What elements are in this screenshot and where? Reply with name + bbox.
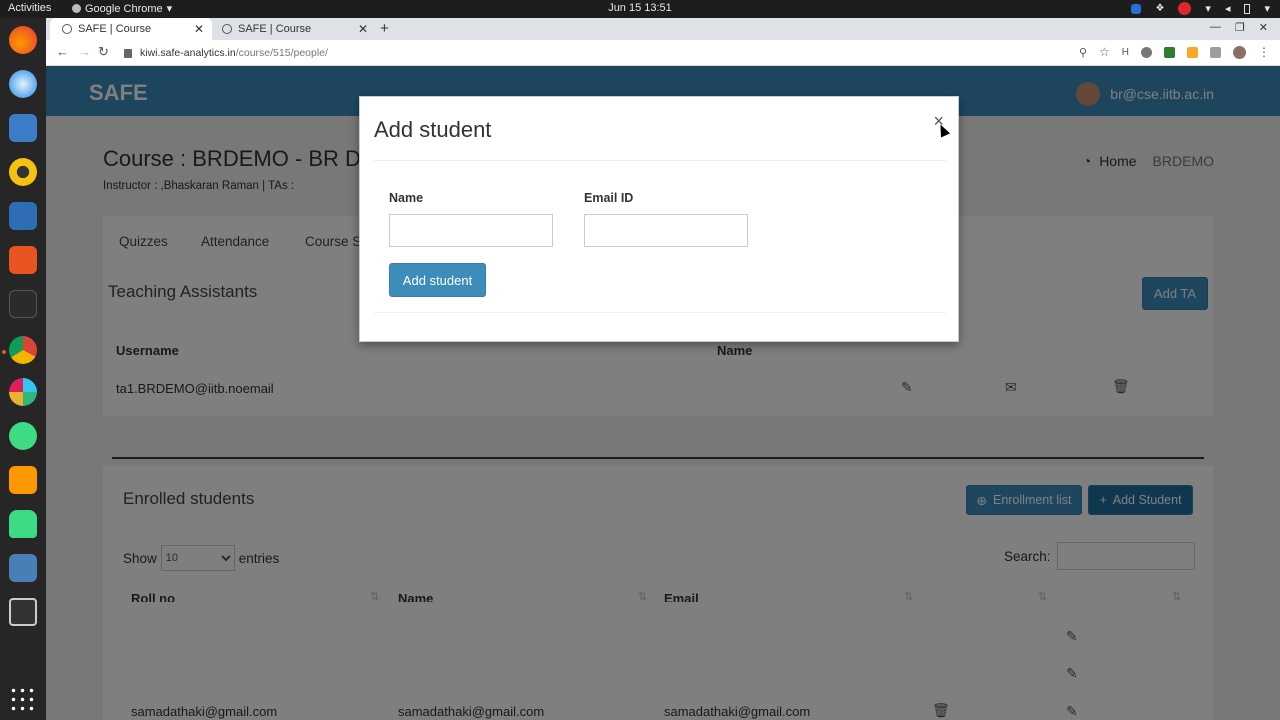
forward-icon[interactable]: → <box>78 44 91 59</box>
thunderbird-icon[interactable] <box>9 70 37 98</box>
system-top-bar: Activities Google Chrome ▾ Jun 15 13:51 … <box>0 0 1280 18</box>
volume-icon: ◂ <box>1224 3 1231 15</box>
new-tab-button[interactable]: + <box>380 20 389 37</box>
globe-icon <box>222 24 232 34</box>
add-student-submit-button[interactable]: Add student <box>389 263 486 297</box>
globe-icon <box>62 24 72 34</box>
activities-button[interactable]: Activities <box>8 2 51 14</box>
url-host: kiwi.safe-analytics.in <box>140 47 236 59</box>
address-bar[interactable]: kiwi.safe-analytics.in /course/515/peopl… <box>124 43 1084 63</box>
settings-icon[interactable] <box>9 554 37 582</box>
modal-footer-divider <box>374 312 946 313</box>
app-menu[interactable]: Google Chrome ▾ <box>72 2 172 15</box>
browser-tab-strip: SAFE | Course ✕ SAFE | Course ✕ + — ❐ ✕ <box>46 18 1280 40</box>
tab-title: SAFE | Course <box>238 23 312 35</box>
dropbox-icon: ❖ <box>1155 3 1165 14</box>
system-tray[interactable]: ❖ ▾ ◂ ▾ <box>1131 2 1270 15</box>
bookmark-star-icon[interactable]: ☆ <box>1099 45 1110 59</box>
firefox-icon[interactable] <box>9 26 37 54</box>
lock-icon <box>124 48 132 58</box>
profile-avatar-icon[interactable] <box>1233 45 1246 59</box>
software-icon[interactable] <box>9 246 37 274</box>
extensions-area: ⚲ ☆ H ⋮ <box>1079 45 1270 59</box>
name-field[interactable] <box>389 214 553 247</box>
add-student-modal: Add student × Name Email ID Add student <box>359 96 959 342</box>
browser-tab[interactable]: SAFE | Course ✕ <box>50 18 212 40</box>
close-icon[interactable]: ✕ <box>194 22 204 36</box>
dock <box>0 18 46 720</box>
modal-title: Add student <box>374 117 492 142</box>
browser-toolbar: ← → ↻ kiwi.safe-analytics.in /course/515… <box>46 40 1280 66</box>
window-controls: — ❐ ✕ <box>1210 21 1268 34</box>
chrome-icon[interactable] <box>9 336 37 364</box>
wifi-icon: ▾ <box>1205 3 1211 15</box>
extension-icon[interactable] <box>1141 46 1152 58</box>
chevron-down-icon: ▾ <box>166 3 173 15</box>
writer-icon[interactable] <box>9 202 37 230</box>
slack-icon[interactable] <box>9 378 37 406</box>
app-grid-icon[interactable] <box>9 686 37 714</box>
url-path: /course/515/people/ <box>235 47 328 59</box>
android-icon[interactable] <box>9 510 37 538</box>
extension-h-icon[interactable]: H <box>1122 47 1129 58</box>
sublime-icon[interactable] <box>9 466 37 494</box>
close-window-icon[interactable]: ✕ <box>1259 21 1268 34</box>
extension-icon[interactable] <box>1164 46 1175 58</box>
battery-icon <box>1244 3 1251 14</box>
menu-kebab-icon[interactable]: ⋮ <box>1258 45 1270 59</box>
back-icon[interactable]: ← <box>56 44 69 59</box>
bluetooth-icon <box>1131 3 1142 14</box>
name-label: Name <box>389 191 424 205</box>
email-label: Email ID <box>584 191 634 205</box>
clock[interactable]: Jun 15 13:51 <box>608 2 672 14</box>
minimize-icon[interactable]: — <box>1210 21 1221 34</box>
active-indicator <box>2 350 6 354</box>
zoom-icon[interactable]: ⚲ <box>1079 46 1087 59</box>
tab-title: SAFE | Course <box>78 23 152 35</box>
maximize-icon[interactable]: ❐ <box>1235 21 1245 34</box>
email-field[interactable] <box>584 214 748 247</box>
device-icon[interactable] <box>9 598 37 626</box>
rhythmbox-icon[interactable] <box>9 158 37 186</box>
modal-divider <box>374 160 946 161</box>
reload-icon[interactable]: ↻ <box>98 44 109 60</box>
app-name-label: Google Chrome <box>85 2 163 15</box>
maps-icon[interactable] <box>9 422 37 450</box>
extension-icon[interactable] <box>1210 46 1221 58</box>
terminal-icon[interactable] <box>9 290 37 318</box>
power-menu-icon: ▾ <box>1264 3 1270 15</box>
extension-icon[interactable] <box>1187 46 1198 58</box>
chrome-small-icon <box>72 4 81 13</box>
files-icon[interactable] <box>9 114 37 142</box>
browser-tab[interactable]: SAFE | Course ✕ <box>210 18 376 40</box>
record-icon <box>1178 2 1192 15</box>
close-icon[interactable]: ✕ <box>358 22 368 36</box>
